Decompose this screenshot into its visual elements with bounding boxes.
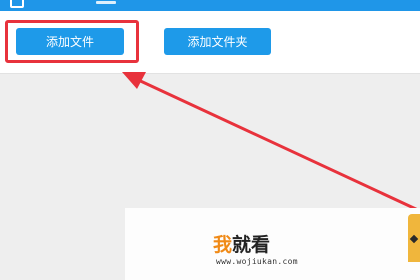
corner-icon [408, 214, 420, 262]
watermark-url: www.wojiukan.com [216, 257, 298, 266]
watermark-logo-text: 就看 [232, 234, 271, 256]
watermark-logo-accent: 我 [213, 234, 233, 256]
watermark-logo: 我就看 [213, 230, 270, 257]
watermark: 我就看 www.wojiukan.com [125, 208, 420, 280]
